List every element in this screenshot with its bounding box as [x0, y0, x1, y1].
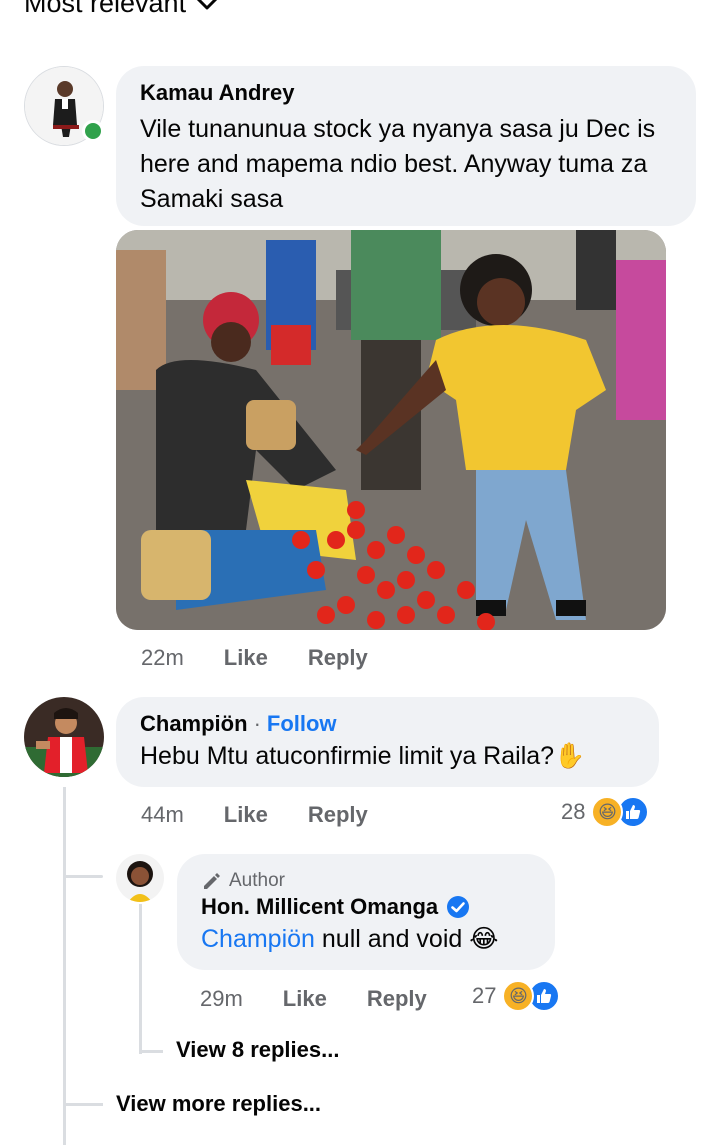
reply-time[interactable]: 29m	[200, 986, 243, 1012]
thread-line	[63, 787, 66, 1145]
haha-reaction-icon: 😆	[591, 796, 624, 828]
avatar-image	[24, 697, 104, 777]
thread-connector	[63, 1103, 103, 1106]
reaction-summary[interactable]: 28 😆	[561, 796, 650, 828]
market-photo-image	[116, 230, 666, 630]
pencil-icon	[204, 873, 220, 889]
separator-dot: ·	[253, 711, 261, 736]
sort-label: Most relevant	[24, 0, 187, 18]
like-button[interactable]: Like	[224, 645, 268, 671]
mention-link[interactable]: Champiön	[201, 925, 315, 953]
reaction-count: 28	[561, 799, 586, 824]
reaction-count: 27	[472, 983, 497, 1008]
reply-text: Champiön null and void 😂	[201, 922, 531, 957]
avatar-image	[116, 854, 164, 902]
reply-button[interactable]: Reply	[367, 986, 427, 1012]
avatar[interactable]	[116, 854, 164, 902]
comment-actions: 22m Like Reply	[141, 645, 408, 671]
thread-line	[139, 904, 142, 1054]
reply-button[interactable]: Reply	[308, 645, 368, 671]
comment-bubble: Kamau Andrey Vile tunanunua stock ya nya…	[116, 66, 696, 226]
comment-author[interactable]: Champiön	[140, 711, 248, 737]
haha-reaction-icon: 😆	[502, 980, 535, 1012]
comment-bubble: Champiön · Follow Hebu Mtu atuconfirmie …	[116, 697, 659, 787]
chevron-down-icon	[197, 0, 217, 9]
reply-actions: 29m Like Reply	[200, 986, 467, 1012]
like-button[interactable]: Like	[224, 802, 268, 828]
comment-actions: 44m Like Reply	[141, 802, 408, 828]
comment-text: Hebu Mtu atuconfirmie limit ya Raila?✋	[140, 742, 586, 770]
verified-badge-icon	[447, 896, 470, 918]
sort-dropdown[interactable]: Most relevant	[24, 0, 218, 19]
author-badge: Author	[229, 870, 285, 891]
comment-photo[interactable]	[116, 230, 666, 630]
like-button[interactable]: Like	[283, 986, 327, 1012]
follow-button[interactable]: Follow	[267, 711, 337, 737]
view-replies-link[interactable]: View 8 replies...	[176, 1037, 339, 1063]
reply-body: null and void 😂	[314, 925, 499, 953]
thread-connector	[139, 1050, 163, 1053]
reply-button[interactable]: Reply	[308, 802, 368, 828]
online-status-indicator	[82, 120, 104, 142]
reply-bubble: Author Hon. Millicent Omanga Champiön nu…	[177, 854, 555, 970]
avatar[interactable]	[24, 697, 104, 777]
comment-time[interactable]: 44m	[141, 802, 184, 828]
reaction-summary[interactable]: 27 😆	[472, 980, 561, 1012]
comment-time[interactable]: 22m	[141, 645, 184, 671]
reply-author[interactable]: Hon. Millicent Omanga	[201, 894, 438, 920]
view-more-replies-link[interactable]: View more replies...	[116, 1091, 321, 1117]
comment-author[interactable]: Kamau Andrey	[140, 80, 672, 106]
thread-connector	[63, 875, 103, 878]
comment-text: Vile tunanunua stock ya nyanya sasa ju D…	[140, 115, 656, 213]
